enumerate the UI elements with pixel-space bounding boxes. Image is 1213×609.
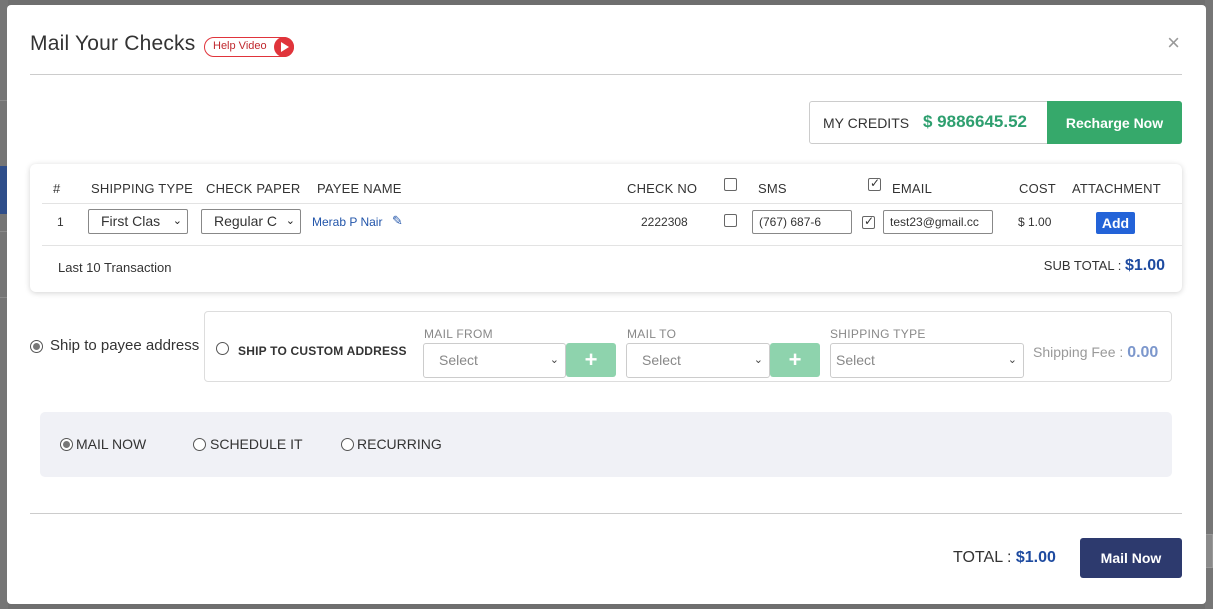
mail-from-select[interactable]: Select ⌄ [423,343,566,378]
subtotal: SUB TOTAL : $1.00 [1044,257,1165,275]
mail-to-select[interactable]: Select ⌄ [626,343,770,378]
checks-table: # SHIPPING TYPE CHECK PAPER PAYEE NAME C… [30,164,1182,292]
ship-to-custom-label: SHIP TO CUSTOM ADDRESS [238,344,407,358]
header-divider [30,74,1182,75]
column-header-email: EMAIL [892,181,933,196]
modal-title: Mail Your Checks [30,32,196,55]
column-header-attachment: ATTACHMENT [1072,181,1161,196]
mail-from-label: MAIL FROM [424,327,493,341]
header-row-divider [42,203,1182,204]
payee-name-link[interactable]: Merab P Nair [312,215,382,229]
total-label: TOTAL : [953,549,1012,566]
check-number: 2222308 [641,215,688,229]
background-right-edge [1205,0,1213,609]
shipping-type-select[interactable]: First Clas ⌄ [88,209,188,234]
help-video-button[interactable]: Help Video [204,37,294,57]
ship-to-custom-radio[interactable] [216,342,229,355]
subtotal-label: SUB TOTAL : [1043,258,1122,273]
add-attachment-button[interactable]: Add [1096,212,1135,234]
custom-shipping-type-value: Select [836,352,875,368]
total-value: $1.00 [1015,549,1056,566]
shipping-fee-label: Shipping Fee : [1033,344,1124,360]
column-header-check-no: CHECK NO [627,181,698,196]
chevron-down-icon: ⌄ [753,354,763,366]
background-divider [0,100,7,101]
check-paper-value: Regular C [214,213,278,229]
custom-shipping-type-select[interactable]: Select ⌄ [830,343,1024,378]
ship-to-payee-radio[interactable] [30,340,43,353]
column-header-sms: SMS [758,181,787,196]
column-header-cost: COST [1019,181,1056,196]
sms-select-all-checkbox[interactable] [724,178,737,191]
mail-schedule-panel: MAIL NOW SCHEDULE IT RECURRING [40,412,1172,477]
mail-to-label: MAIL TO [627,327,677,341]
recurring-radio[interactable] [341,438,354,451]
background-divider [0,231,7,232]
shipping-type-value: First Clas [101,213,161,229]
mail-now-button[interactable]: Mail Now [1080,538,1182,578]
background-divider [0,297,7,298]
column-header-shipping-type: SHIPPING TYPE [91,181,194,196]
custom-address-panel: SHIP TO CUSTOM ADDRESS MAIL FROM Select … [204,311,1172,382]
email-select-all-checkbox[interactable] [868,176,881,191]
shipping-type-label: SHIPPING TYPE [830,327,926,341]
column-header-index: # [53,181,61,196]
credits-value: $ 9886645.52 [923,112,1027,131]
recharge-now-button[interactable]: Recharge Now [1047,101,1182,144]
mail-now-option-label: MAIL NOW [76,436,147,452]
add-mail-from-button[interactable]: + [566,343,616,377]
check-paper-select[interactable]: Regular C ⌄ [201,209,301,234]
pencil-icon[interactable]: ✎ [392,213,403,229]
add-mail-to-button[interactable]: + [770,343,820,377]
chevron-down-icon: ⌄ [549,354,559,366]
mail-now-radio[interactable] [60,438,73,451]
row-cost: $ 1.00 [1018,215,1052,229]
schedule-it-option-label: SCHEDULE IT [210,436,303,452]
ship-to-payee-label: Ship to payee address [50,337,200,354]
chevron-down-icon: ⌄ [172,215,182,227]
email-input[interactable]: test23@gmail.cc [883,210,993,234]
background-sidebar-accent [0,166,7,214]
shipping-fee: Shipping Fee : 0.00 [1033,344,1158,362]
sms-row-checkbox[interactable] [724,214,737,227]
chevron-down-icon: ⌄ [1007,354,1017,366]
footer-divider [30,513,1182,514]
recurring-option-label: RECURRING [357,436,442,452]
email-row-checkbox[interactable] [862,214,875,229]
last-10-transactions-link[interactable]: Last 10 Transaction [58,260,171,275]
close-icon[interactable]: × [1167,30,1180,56]
mail-to-value: Select [642,352,681,368]
chevron-down-icon: ⌄ [285,215,295,227]
shipping-fee-value: 0.00 [1127,344,1159,361]
column-header-check-paper: CHECK PAPER [206,181,301,196]
sms-phone-input[interactable]: (767) 687-6 [752,210,852,234]
help-video-label: Help Video [213,40,267,52]
row-divider [42,245,1182,246]
background-right-control [1205,534,1213,568]
total: TOTAL : $1.00 [953,549,1056,567]
column-header-payee-name: PAYEE NAME [317,181,402,196]
mail-checks-modal: Mail Your Checks Help Video × MY CREDITS… [7,5,1206,604]
play-icon [274,37,294,57]
subtotal-value: $1.00 [1124,257,1165,274]
mail-from-value: Select [439,352,478,368]
schedule-it-radio[interactable] [193,438,206,451]
credits-box: MY CREDITS $ 9886645.52 Recharge Now [809,101,1182,144]
row-index: 1 [57,215,64,229]
credits-label: MY CREDITS [823,115,910,131]
